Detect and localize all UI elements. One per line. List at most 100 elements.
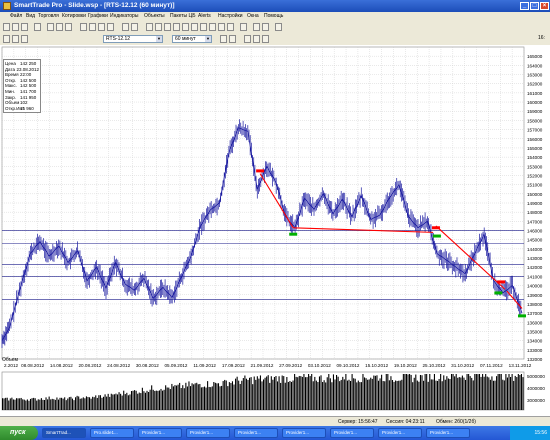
volume-bar: [247, 379, 249, 410]
menu-quotes[interactable]: Котировки: [62, 12, 86, 21]
menu-file[interactable]: Файл: [10, 12, 22, 21]
volume-bar: [505, 374, 507, 410]
order-icon[interactable]: [80, 23, 87, 31]
channel-tool-icon[interactable]: [191, 23, 198, 31]
volume-bar: [242, 378, 244, 410]
period-up-icon[interactable]: [229, 35, 236, 43]
y-tick-label: 149000: [527, 201, 543, 206]
paste-icon[interactable]: [65, 23, 72, 31]
cursor-icon[interactable]: [146, 23, 153, 31]
taskbar-item[interactable]: Provider1...: [282, 428, 326, 438]
chevron-down-icon[interactable]: ▼: [205, 36, 211, 42]
volume-bar: [22, 399, 24, 410]
refresh-icon[interactable]: [253, 23, 260, 31]
arrow-up-tool-icon[interactable]: [218, 23, 225, 31]
minimize-button[interactable]: _: [520, 2, 529, 10]
fibo-tool-icon[interactable]: [200, 23, 207, 31]
volume-bar: [231, 381, 234, 410]
volume-bar: [427, 381, 429, 410]
volume-bar: [475, 374, 477, 410]
y-tick-label: 138000: [527, 302, 543, 307]
vline-tool-icon[interactable]: [182, 23, 189, 31]
volume-bar: [56, 397, 58, 410]
volume-bar: [424, 374, 426, 410]
copy-icon[interactable]: [56, 23, 63, 31]
zoom-in-icon[interactable]: [122, 23, 129, 31]
delete-object-icon[interactable]: [240, 23, 247, 31]
new-icon[interactable]: [3, 23, 10, 31]
menu-help[interactable]: Помощь: [264, 12, 283, 21]
volume-bar: [50, 399, 52, 410]
y-tick-label: 143000: [527, 256, 543, 261]
menu-settings[interactable]: Настройки: [218, 12, 243, 21]
volume-bar: [269, 382, 271, 410]
volume-bar: [482, 374, 484, 410]
period-down-icon[interactable]: [220, 35, 227, 43]
title-bar: SmartTrade Pro - Slide.wsp - [RTS-12.12 …: [0, 0, 550, 12]
chart-icon[interactable]: [98, 23, 105, 31]
grid-icon[interactable]: [253, 35, 260, 43]
volume-bar: [306, 377, 308, 410]
hline-tool-icon[interactable]: [173, 23, 180, 31]
instrument-select[interactable]: RTS-12.12 ▼: [103, 35, 163, 43]
volume-bar: [25, 400, 27, 410]
settings-icon[interactable]: [262, 23, 269, 31]
taskbar-item[interactable]: Provider1...: [330, 428, 374, 438]
line-tool-icon[interactable]: [164, 23, 171, 31]
price-chart-svg[interactable]: 165000 164000 163000 162000 161000 160000 1590…: [0, 45, 550, 416]
zoom-out-icon[interactable]: [131, 23, 138, 31]
menu-alerts[interactable]: Alerts: [198, 12, 211, 21]
taskbar-item[interactable]: Pro.slide1...: [90, 428, 134, 438]
menu-trade[interactable]: Торговля: [38, 12, 59, 21]
arrow-down-tool-icon[interactable]: [227, 23, 234, 31]
taskbar-item[interactable]: Provider1...: [186, 428, 230, 438]
volume-bar: [71, 398, 73, 410]
menu-view[interactable]: Вид: [26, 12, 35, 21]
menu-charts[interactable]: Графики: [88, 12, 108, 21]
y-tick-label: 165000: [527, 54, 543, 59]
maximize-button[interactable]: □: [530, 2, 539, 10]
scale-icon[interactable]: [244, 35, 251, 43]
text-tool-icon[interactable]: [209, 23, 216, 31]
print-icon[interactable]: [34, 23, 41, 31]
table-icon[interactable]: [107, 23, 114, 31]
taskbar-item[interactable]: Provider1...: [234, 428, 278, 438]
open-icon[interactable]: [12, 23, 19, 31]
color-icon[interactable]: [262, 35, 269, 43]
menu-indicators[interactable]: Индикаторы: [110, 12, 138, 21]
chart-area[interactable]: 165000 164000 163000 162000 161000 160000 1590…: [0, 45, 550, 426]
save-icon[interactable]: [21, 23, 28, 31]
chevron-down-icon[interactable]: ▼: [156, 36, 162, 42]
volume-bar: [387, 374, 389, 410]
cut-icon[interactable]: [47, 23, 54, 31]
bars-icon[interactable]: [12, 35, 19, 43]
volume-tick-label: 3000000: [527, 398, 545, 403]
menu-packages[interactable]: Пакеты ЦБ: [170, 12, 196, 21]
candles-icon[interactable]: [3, 35, 10, 43]
taskbar-item[interactable]: Provider1...: [378, 428, 422, 438]
crosshair-icon[interactable]: [155, 23, 162, 31]
volume-bar: [6, 397, 8, 410]
volume-bar: [432, 379, 434, 410]
close-button[interactable]: ×: [540, 2, 549, 10]
timeframe-select[interactable]: 60 минут ▼: [172, 35, 212, 43]
volume-bar: [478, 374, 481, 410]
x-tick-label: 30.08.2012: [136, 363, 159, 368]
x-tick-label: 21.09.2012: [251, 363, 274, 368]
volume-bar: [81, 398, 83, 410]
line-chart-icon[interactable]: [21, 35, 28, 43]
quotes-icon[interactable]: [89, 23, 96, 31]
start-button[interactable]: пуск: [0, 426, 38, 440]
help-icon[interactable]: [275, 23, 282, 31]
taskbar-item[interactable]: Provider1...: [138, 428, 182, 438]
volume-bar: [407, 374, 409, 410]
volume-bar: [11, 397, 13, 410]
taskbar-item[interactable]: SmartTrad...: [42, 428, 86, 438]
menu-windows[interactable]: Окна: [247, 12, 259, 21]
volume-bar: [497, 374, 499, 410]
volume-bar: [377, 380, 380, 410]
menu-objects[interactable]: Объекты: [144, 12, 165, 21]
taskbar-item[interactable]: Provider1...: [426, 428, 470, 438]
x-tick-label: 25.10.2012: [423, 363, 446, 368]
volume-bar: [67, 398, 69, 410]
